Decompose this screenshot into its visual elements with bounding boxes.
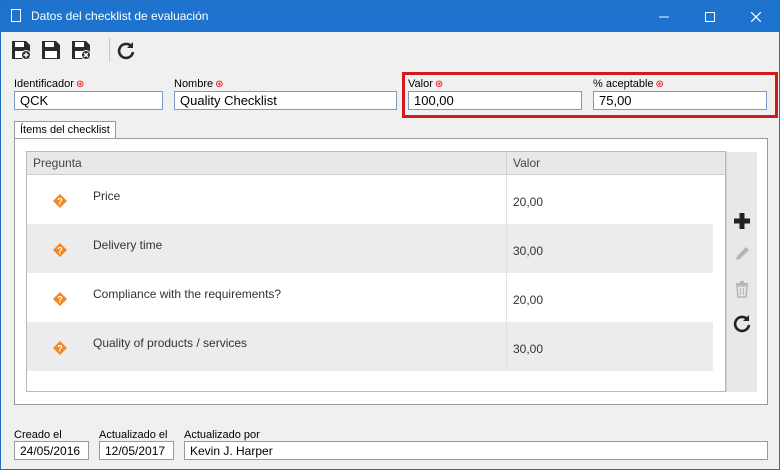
actualizado-label: Actualizado el <box>99 429 168 441</box>
column-header-valor[interactable]: Valor <box>513 156 540 170</box>
svg-text:?: ? <box>57 295 63 305</box>
question-text: Quality of products / services <box>93 336 248 350</box>
question-icon: ? <box>53 243 67 257</box>
edit-button[interactable] <box>731 243 753 265</box>
save-new-button[interactable] <box>9 38 33 62</box>
table-row[interactable]: ? Compliance with the requirements? 20,0… <box>27 273 713 322</box>
dialog-window: Datos del checklist de evaluación Identi… <box>0 0 780 470</box>
add-button[interactable] <box>731 210 753 232</box>
save-icon <box>42 41 60 59</box>
value-text: 30,00 <box>513 244 544 258</box>
nombre-field[interactable]: Quality Checklist <box>174 91 397 110</box>
save-close-icon <box>72 41 91 60</box>
actualizado-field: 12/05/2017 <box>99 441 174 460</box>
save-button[interactable] <box>39 38 63 62</box>
highlight-box <box>402 72 778 118</box>
svg-text:?: ? <box>57 246 63 256</box>
table-row[interactable]: ? Quality of products / services 30,00 <box>27 322 713 371</box>
question-text: Price <box>93 189 121 203</box>
save-new-icon <box>12 41 31 60</box>
required-icon: ⊛ <box>215 79 224 90</box>
question-text: Compliance with the requirements? <box>93 287 282 301</box>
toolbar <box>1 32 779 68</box>
svg-text:?: ? <box>57 197 63 207</box>
value-text: 20,00 <box>513 195 544 209</box>
checklist-grid: Pregunta Valor ? Price 20,00 ? Delivery … <box>26 151 757 392</box>
value-text: 30,00 <box>513 342 544 356</box>
question-text: Delivery time <box>93 238 163 252</box>
column-header-pregunta[interactable]: Pregunta <box>33 156 82 170</box>
maximize-button[interactable] <box>687 1 733 32</box>
save-close-button[interactable] <box>69 38 93 62</box>
question-icon: ? <box>53 292 67 306</box>
minimize-icon <box>659 16 669 17</box>
delete-button[interactable] <box>731 278 753 300</box>
title-bar: Datos del checklist de evaluación <box>1 1 779 32</box>
actualizado-por-label: Actualizado por <box>184 429 260 441</box>
refresh-button[interactable] <box>114 38 138 62</box>
question-icon: ? <box>53 194 67 208</box>
refresh-icon <box>117 42 135 60</box>
refresh-icon <box>733 315 751 333</box>
maximize-icon <box>705 11 715 22</box>
refresh-grid-button[interactable] <box>731 312 753 334</box>
actualizado-por-field: Kevin J. Harper <box>184 441 768 460</box>
creado-field: 24/05/2016 <box>14 441 89 460</box>
question-icon: ? <box>53 341 67 355</box>
creado-label: Creado el <box>14 429 62 441</box>
minimize-button[interactable] <box>641 1 687 32</box>
required-icon: ⊛ <box>75 79 85 90</box>
close-icon <box>751 11 761 22</box>
window-title: Datos del checklist de evaluación <box>31 9 209 23</box>
table-row[interactable]: ? Delivery time 30,00 <box>27 224 713 273</box>
identificador-label: Identificador ⊛ <box>14 78 85 90</box>
identificador-field[interactable]: QCK <box>14 91 163 110</box>
svg-text:?: ? <box>57 344 63 354</box>
close-button[interactable] <box>733 1 779 32</box>
document-icon <box>11 9 21 22</box>
value-text: 20,00 <box>513 293 544 307</box>
nombre-label: Nombre ⊛ <box>174 78 224 90</box>
grid-action-bar <box>726 152 757 392</box>
table-row[interactable]: ? Price 20,00 <box>27 175 713 224</box>
trash-icon <box>736 281 748 298</box>
toolbar-separator <box>109 38 110 62</box>
plus-icon <box>734 213 750 229</box>
pencil-icon <box>736 247 749 260</box>
grid-header: Pregunta Valor <box>27 152 725 175</box>
